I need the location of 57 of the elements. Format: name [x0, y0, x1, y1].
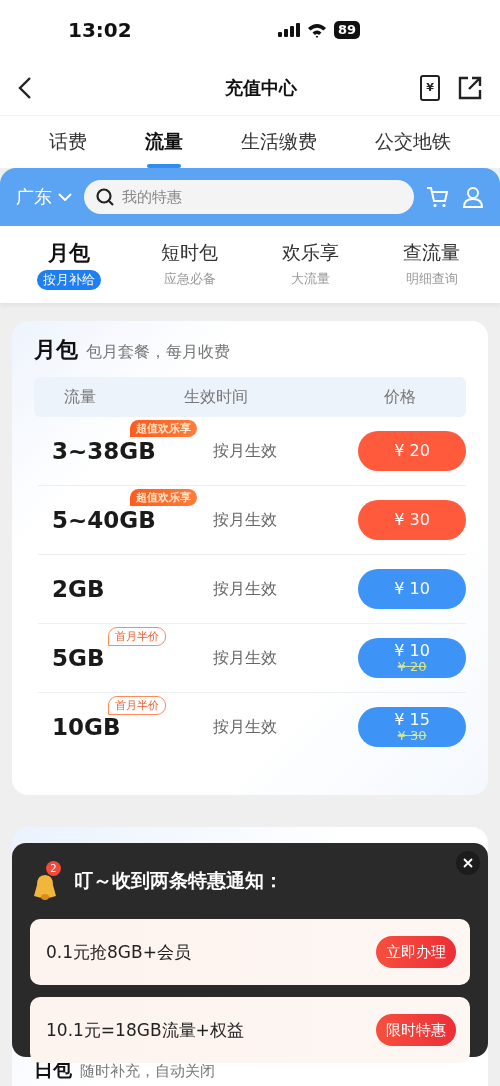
package-tab[interactable]: 短时包	[161, 240, 218, 266]
promo-tag: 超值欢乐享	[130, 420, 197, 437]
status-time: 13:02	[68, 18, 132, 42]
effective-time: 按月生效	[213, 578, 278, 600]
package-tab[interactable]: 欢乐享	[282, 240, 339, 266]
tab-caption: 应急必备	[162, 270, 217, 288]
card-subtitle: 随时补充，自动关闭	[80, 1062, 215, 1081]
effective-time: 按月生效	[213, 716, 278, 738]
category-tab[interactable]: 流量	[141, 116, 187, 168]
category-tab[interactable]: 话费	[45, 116, 91, 168]
effective-time: 按月生效	[213, 647, 278, 669]
column-header: 价格	[383, 386, 417, 408]
card-title: 月包	[34, 336, 78, 364]
cart-icon[interactable]	[426, 186, 448, 208]
effective-time: 按月生效	[213, 440, 278, 462]
original-price: ¥ 30	[397, 729, 427, 743]
tab-caption-pill: 按月补给	[36, 270, 101, 290]
original-price: ¥ 20	[397, 660, 427, 674]
data-amount: 5~40GB	[51, 507, 156, 533]
data-amount: 10GB	[51, 714, 121, 740]
phone-bill-icon[interactable]: ¥	[420, 74, 440, 101]
share-icon	[458, 75, 482, 100]
promo-tag: 首月半价	[108, 627, 166, 646]
signal-icon	[277, 23, 300, 37]
promo-tag: 超值欢乐享	[130, 489, 197, 506]
popup-title: 叮～收到两条特惠通知：	[74, 868, 283, 893]
effective-time: 按月生效	[213, 509, 278, 531]
tab-caption: 大流量	[290, 270, 331, 288]
promo-tag: 首月半价	[108, 696, 166, 715]
offer-button[interactable]: 限时特惠	[376, 1014, 456, 1046]
chevron-down-icon	[58, 193, 72, 201]
data-amount: 3~38GB	[51, 438, 156, 464]
close-icon	[463, 858, 473, 868]
share-button[interactable]	[458, 75, 482, 100]
category-tab[interactable]: 生活缴费	[237, 116, 321, 168]
category-tab[interactable]: 公交地铁	[371, 116, 455, 168]
column-header: 流量	[63, 386, 97, 408]
back-button[interactable]	[18, 75, 32, 100]
offer-text: 10.1元=18GB流量+权益	[46, 1018, 244, 1042]
data-amount: 2GB	[51, 576, 105, 602]
card-subtitle: 包月套餐，每月收费	[86, 342, 230, 363]
notification-count: 2	[46, 861, 61, 876]
back-icon	[18, 75, 32, 100]
package-tab[interactable]: 查流量	[403, 240, 460, 266]
column-header: 生效时间	[184, 386, 249, 408]
battery-indicator: 89	[333, 21, 360, 39]
close-button[interactable]	[456, 851, 480, 875]
offer-text: 0.1元抢8GB+会员	[46, 940, 191, 964]
package-tab[interactable]: 月包	[47, 239, 90, 267]
page-title: 充值中心	[225, 75, 297, 100]
offer-button[interactable]: 立即办理	[376, 936, 456, 968]
user-icon[interactable]	[462, 186, 484, 208]
wifi-icon	[306, 22, 327, 38]
search-icon	[96, 188, 114, 206]
tab-caption: 明细查询	[404, 270, 459, 288]
search-field[interactable]: 我的特惠	[84, 180, 414, 214]
data-amount: 5GB	[51, 645, 105, 671]
